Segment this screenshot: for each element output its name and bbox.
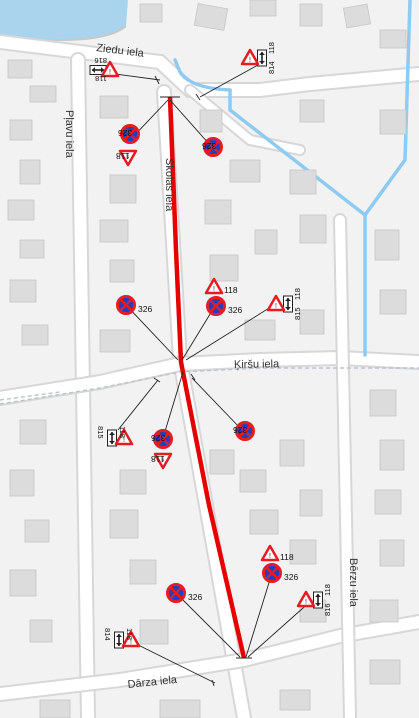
sign-label: 326 — [233, 425, 247, 435]
building — [369, 659, 401, 685]
street-label-skolas: Skolas iela — [163, 158, 175, 212]
building — [279, 689, 311, 711]
sign-label: 118 — [125, 628, 134, 640]
map-canvas[interactable]: ! — [0, 0, 419, 718]
sign-label: 326 — [151, 433, 165, 443]
building — [379, 289, 407, 315]
building — [249, 0, 277, 17]
building — [289, 539, 317, 565]
building — [39, 699, 71, 718]
building — [29, 619, 53, 643]
building — [159, 699, 201, 718]
building — [204, 199, 232, 225]
building — [379, 439, 405, 471]
sign-label: 118 — [267, 42, 276, 54]
sign-label: 815 — [96, 426, 105, 439]
sign-label: 326 — [188, 592, 202, 602]
building — [299, 489, 323, 517]
sign-label: 118 — [224, 285, 238, 295]
building — [374, 229, 400, 261]
building — [139, 619, 169, 645]
building — [193, 3, 229, 31]
building — [99, 329, 131, 353]
building — [9, 279, 37, 303]
building — [249, 509, 279, 535]
building — [299, 214, 327, 244]
building — [9, 569, 37, 597]
sign-label: 118 — [95, 74, 107, 83]
sign-label: 118 — [118, 426, 127, 438]
building — [299, 309, 325, 335]
building — [379, 29, 407, 49]
building — [21, 324, 49, 346]
building — [109, 259, 135, 283]
building — [279, 439, 305, 467]
building — [99, 95, 129, 119]
sign-label: 326 — [138, 304, 152, 314]
building — [99, 219, 129, 243]
no-stopping-icon — [116, 295, 136, 315]
building — [244, 319, 276, 341]
sign-label: 118 — [151, 454, 165, 464]
building — [299, 99, 325, 123]
building — [9, 119, 33, 141]
building — [209, 254, 239, 282]
sign-label: 118 — [280, 552, 294, 562]
building — [19, 239, 45, 259]
building — [19, 419, 47, 445]
building — [7, 59, 33, 79]
sign-label: 815 — [293, 307, 302, 320]
sign-label: 326 — [228, 305, 242, 315]
building — [209, 449, 235, 475]
building — [254, 229, 278, 255]
building — [299, 3, 323, 27]
sign-label: 814 — [267, 61, 276, 74]
no-stopping-icon — [166, 583, 186, 603]
building — [379, 539, 405, 567]
building — [109, 174, 137, 204]
building — [19, 159, 41, 185]
sign-label: 118 — [293, 288, 302, 300]
building — [369, 389, 397, 417]
map-svg: ! — [0, 0, 419, 718]
street-label-berzu: Bērzu iela — [347, 558, 359, 608]
sign-label: 326 — [202, 141, 216, 151]
building — [139, 3, 163, 23]
building — [379, 109, 407, 135]
building — [199, 109, 223, 133]
sign-label: 814 — [103, 628, 112, 641]
sign-label: 118 — [323, 584, 332, 596]
building — [109, 509, 139, 539]
sign-label: 326 — [118, 128, 132, 138]
building — [29, 85, 57, 103]
sign-label: 326 — [284, 572, 298, 582]
building — [229, 159, 261, 183]
street-label-kirsu: Ķiršu iela — [234, 358, 280, 371]
building — [374, 489, 402, 515]
building — [7, 199, 35, 221]
no-stopping-icon — [262, 563, 282, 583]
building — [119, 469, 147, 495]
building — [129, 559, 157, 585]
sign-label: 816 — [323, 603, 332, 616]
sign-label: 816 — [94, 56, 107, 65]
building — [342, 3, 372, 29]
no-stopping-icon — [206, 296, 226, 316]
building — [24, 519, 50, 543]
building — [369, 599, 399, 623]
building — [239, 469, 267, 493]
sign-label: 118 — [116, 151, 130, 161]
street-label-plavu: Pļavu iela — [63, 110, 75, 159]
building — [9, 469, 35, 497]
building — [289, 169, 317, 195]
